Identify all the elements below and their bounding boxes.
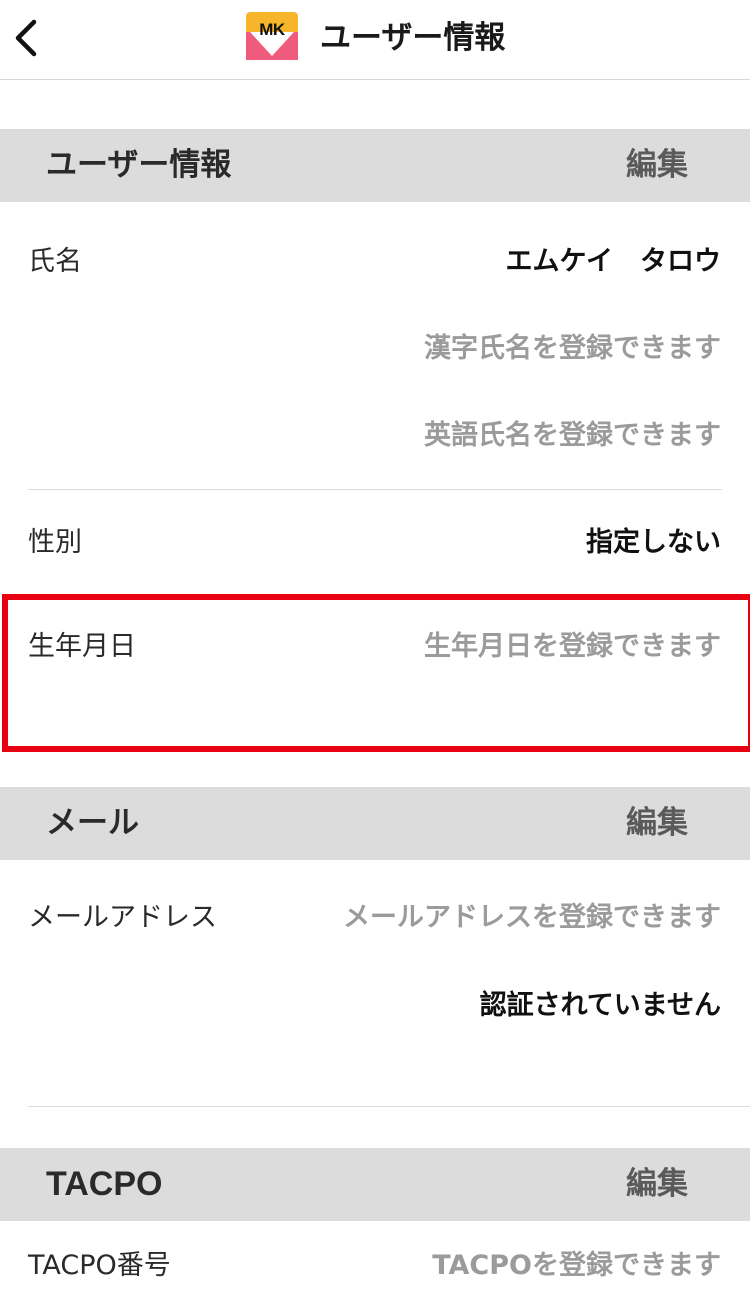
name-label: 氏名 xyxy=(28,246,82,277)
english-name-field[interactable]: 英語氏名を登録できます xyxy=(424,416,721,456)
gender-value[interactable]: 指定しない xyxy=(586,523,721,563)
section-title-tacpo: TACPO xyxy=(46,1165,163,1203)
nav-header: MK TAXI ユーザー情報 xyxy=(0,0,750,80)
logo-subtext: TAXI xyxy=(264,39,280,46)
mk-taxi-logo: MK TAXI xyxy=(246,12,298,60)
gender-label: 性別 xyxy=(28,527,82,558)
section-header-tacpo: TACPO 編集 xyxy=(0,1148,750,1221)
edit-user-button[interactable]: 編集 xyxy=(626,129,688,202)
logo-text: MK xyxy=(259,20,285,39)
section-header-mail: メール 編集 xyxy=(0,787,750,860)
edit-tacpo-button[interactable]: 編集 xyxy=(626,1148,688,1221)
tacpo-number-field[interactable]: TACPOを登録できます xyxy=(432,1246,721,1286)
edit-mail-button[interactable]: 編集 xyxy=(626,787,688,860)
divider xyxy=(28,489,722,490)
page-title: ユーザー情報 xyxy=(320,20,506,56)
birthday-field[interactable]: 生年月日を登録できます xyxy=(424,627,721,667)
tacpo-number-label: TACPO番号 xyxy=(28,1250,171,1281)
highlight-box xyxy=(2,594,750,752)
kanji-name-field[interactable]: 漢字氏名を登録できます xyxy=(424,329,721,369)
section-title-user: ユーザー情報 xyxy=(46,147,232,183)
name-value[interactable]: エムケイ タロウ xyxy=(506,242,721,282)
email-label: メールアドレス xyxy=(28,902,217,933)
verification-status: 認証されていません xyxy=(479,990,721,1021)
chevron-left-icon xyxy=(15,19,37,57)
section-title-mail: メール xyxy=(46,805,139,841)
divider xyxy=(28,1106,750,1107)
back-button[interactable] xyxy=(6,12,46,64)
section-header-user: ユーザー情報 編集 xyxy=(0,129,750,202)
email-field[interactable]: メールアドレスを登録できます xyxy=(343,898,721,938)
birthday-label: 生年月日 xyxy=(28,631,136,662)
